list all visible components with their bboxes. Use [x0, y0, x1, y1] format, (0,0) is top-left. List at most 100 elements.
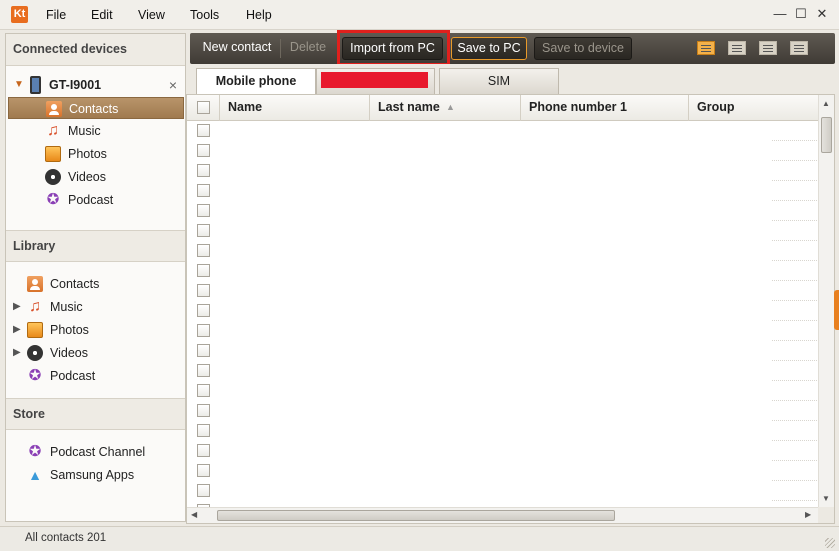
sidebar: Connected devices ▼ GT-I9001 × Contacts … — [5, 33, 186, 522]
library-item-label: Photos — [50, 323, 89, 337]
column-name[interactable]: Name — [220, 95, 370, 121]
row-checkbox[interactable] — [197, 304, 210, 317]
row-checkbox[interactable] — [197, 244, 210, 257]
scroll-down-icon[interactable]: ▼ — [822, 494, 830, 503]
tab-redacted[interactable] — [316, 68, 435, 94]
device-item-podcast[interactable]: ✪ Podcast — [6, 189, 185, 211]
table-row[interactable] — [187, 481, 819, 501]
table-row[interactable] — [187, 321, 819, 341]
menu-tools[interactable]: Tools — [190, 8, 219, 22]
chevron-right-icon[interactable]: ▶ — [13, 296, 21, 318]
library-item-podcast[interactable]: ✪ Podcast — [6, 365, 185, 387]
scroll-right-icon[interactable]: ▶ — [805, 510, 811, 519]
new-contact-button[interactable]: New contact — [196, 37, 278, 60]
menu-view[interactable]: View — [138, 8, 165, 22]
library-item-videos[interactable]: ▶ Videos — [6, 342, 185, 364]
list-view-icon[interactable] — [697, 41, 715, 55]
row-checkbox[interactable] — [197, 164, 210, 177]
videos-icon — [45, 169, 61, 185]
maximize-icon[interactable]: ☐ — [793, 6, 809, 22]
row-checkbox[interactable] — [197, 144, 210, 157]
table-row[interactable] — [187, 241, 819, 261]
table-row[interactable] — [187, 201, 819, 221]
minimize-icon[interactable]: — — [772, 6, 788, 22]
row-checkbox[interactable] — [197, 224, 210, 237]
table-row[interactable] — [187, 441, 819, 461]
table-row[interactable] — [187, 401, 819, 421]
row-checkbox[interactable] — [197, 284, 210, 297]
library-item-label: Contacts — [50, 277, 100, 291]
menu-file[interactable]: File — [46, 8, 66, 22]
vertical-scroll-thumb[interactable] — [821, 117, 832, 153]
row-checkbox[interactable] — [197, 124, 210, 137]
tab-mobile-phone[interactable]: Mobile phone — [196, 68, 316, 95]
toolbar-separator — [280, 39, 281, 58]
device-item-contacts[interactable]: Contacts — [8, 97, 184, 119]
table-row[interactable] — [187, 181, 819, 201]
table-row[interactable] — [187, 221, 819, 241]
menu-help[interactable]: Help — [246, 8, 272, 22]
store-item-samsung-apps[interactable]: ▲ Samsung Apps — [6, 464, 185, 486]
table-row[interactable] — [187, 161, 819, 181]
chevron-right-icon[interactable]: ▶ — [13, 319, 21, 341]
library-item-photos[interactable]: ▶ Photos — [6, 319, 185, 341]
chevron-down-icon[interactable]: ▼ — [14, 74, 24, 96]
save-to-device-button[interactable]: Save to device — [534, 37, 632, 60]
save-to-pc-button[interactable]: Save to PC — [451, 37, 527, 60]
row-checkbox[interactable] — [197, 464, 210, 477]
side-panel-handle[interactable] — [834, 290, 839, 330]
scroll-left-icon[interactable]: ◀ — [191, 510, 197, 519]
horizontal-scrollbar[interactable]: ◀ ▶ — [187, 507, 819, 523]
row-checkbox[interactable] — [197, 424, 210, 437]
vertical-scrollbar[interactable]: ▲ ▼ — [818, 95, 834, 508]
device-item-label: Podcast — [68, 193, 114, 207]
grid-view-icon[interactable] — [790, 41, 808, 55]
column-last-name[interactable]: Last name ▲ — [370, 95, 521, 121]
detail-view-icon[interactable] — [728, 41, 746, 55]
device-item-music[interactable]: ♫ Music — [6, 120, 185, 142]
card-view-icon[interactable] — [759, 41, 777, 55]
connected-devices-header: Connected devices — [6, 34, 185, 66]
library-item-music[interactable]: ▶ ♫ Music — [6, 296, 185, 318]
delete-button[interactable]: Delete — [282, 37, 334, 60]
row-checkbox[interactable] — [197, 264, 210, 277]
column-phone-number[interactable]: Phone number 1 — [521, 95, 689, 121]
device-item-photos[interactable]: Photos — [6, 143, 185, 165]
column-group[interactable]: Group — [689, 95, 819, 121]
row-checkbox[interactable] — [197, 364, 210, 377]
row-checkbox[interactable] — [197, 184, 210, 197]
table-row[interactable] — [187, 341, 819, 361]
row-checkbox[interactable] — [197, 484, 210, 497]
device-item-label: Videos — [68, 170, 106, 184]
row-checkbox[interactable] — [197, 384, 210, 397]
table-row[interactable] — [187, 281, 819, 301]
close-icon[interactable]: ✕ — [814, 6, 830, 22]
row-checkbox[interactable] — [197, 344, 210, 357]
table-row[interactable] — [187, 361, 819, 381]
import-from-pc-button[interactable]: Import from PC — [342, 37, 443, 60]
row-checkbox[interactable] — [197, 204, 210, 217]
store-item-podcast-channel[interactable]: ✪ Podcast Channel — [6, 441, 185, 463]
scroll-up-icon[interactable]: ▲ — [822, 99, 830, 108]
table-row[interactable] — [187, 141, 819, 161]
tab-sim[interactable]: SIM — [439, 68, 559, 94]
library-item-contacts[interactable]: Contacts — [6, 273, 185, 295]
table-row[interactable] — [187, 421, 819, 441]
device-item-videos[interactable]: Videos — [6, 166, 185, 188]
table-row[interactable] — [187, 261, 819, 281]
menu-bar: Kt File Edit View Tools Help — ☐ ✕ — [0, 0, 839, 30]
table-row[interactable] — [187, 301, 819, 321]
chevron-right-icon[interactable]: ▶ — [13, 342, 21, 364]
horizontal-scroll-thumb[interactable] — [217, 510, 615, 521]
table-row[interactable] — [187, 381, 819, 401]
resize-grip-icon[interactable] — [825, 538, 835, 548]
menu-edit[interactable]: Edit — [91, 8, 113, 22]
row-checkbox[interactable] — [197, 404, 210, 417]
remove-device-icon[interactable]: × — [169, 74, 177, 96]
select-all-checkbox[interactable] — [197, 101, 210, 114]
table-row[interactable] — [187, 461, 819, 481]
row-checkbox[interactable] — [197, 444, 210, 457]
table-row[interactable] — [187, 121, 819, 141]
device-row[interactable]: ▼ GT-I9001 × — [6, 74, 185, 96]
row-checkbox[interactable] — [197, 324, 210, 337]
